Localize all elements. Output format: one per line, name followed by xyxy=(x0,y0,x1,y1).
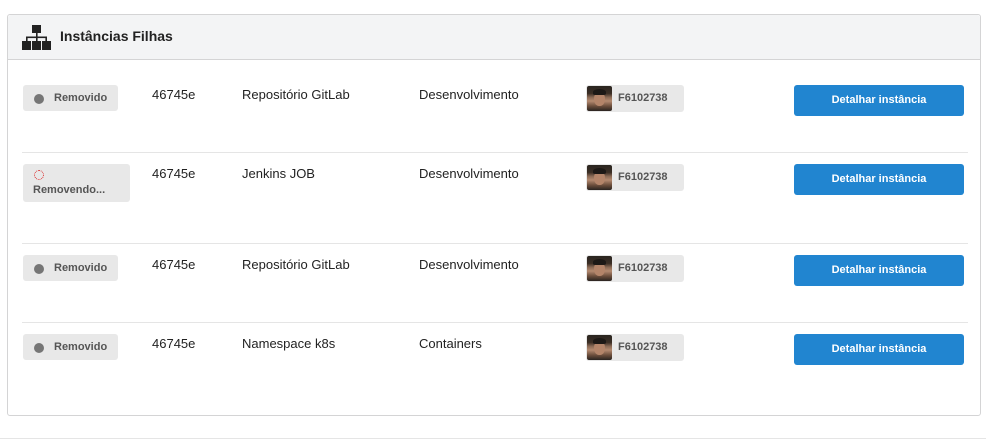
status-badge: Removido xyxy=(23,255,118,281)
user-chip: F6102738 xyxy=(586,255,684,282)
user-id: F6102738 xyxy=(618,171,668,183)
status-label: Removido xyxy=(54,262,108,274)
table-row: Removendo... 46745e Jenkins JOB Desenvol… xyxy=(22,164,968,214)
instance-name: Repositório GitLab xyxy=(242,257,350,272)
avatar xyxy=(587,335,612,360)
panel-title: Instâncias Filhas xyxy=(60,28,173,44)
instance-environment: Desenvolvimento xyxy=(419,87,519,102)
page-divider xyxy=(0,438,986,439)
status-badge: Removido xyxy=(23,334,118,360)
user-chip: F6102738 xyxy=(586,334,684,361)
row-divider xyxy=(22,243,968,244)
avatar xyxy=(587,86,612,111)
instance-name: Jenkins JOB xyxy=(242,166,315,181)
instance-id: 46745e xyxy=(152,336,196,351)
avatar xyxy=(587,256,612,281)
status-label: Removido xyxy=(54,341,108,353)
panel-header: Instâncias Filhas xyxy=(8,15,980,60)
status-label: Removendo... xyxy=(33,184,106,196)
table-row: Removido 46745e Namespace k8s Containers… xyxy=(22,334,968,374)
user-chip: F6102738 xyxy=(586,85,684,112)
status-badge: Removendo... xyxy=(23,164,130,202)
instance-name: Repositório GitLab xyxy=(242,87,350,102)
table-row: Removido 46745e Repositório GitLab Desen… xyxy=(22,85,968,125)
instance-environment: Desenvolvimento xyxy=(419,257,519,272)
row-divider xyxy=(22,322,968,323)
status-dot-icon xyxy=(34,343,44,353)
child-instances-panel: Instâncias Filhas Removido 46745e Reposi… xyxy=(7,14,981,416)
user-chip: F6102738 xyxy=(586,164,684,191)
detail-instance-button[interactable]: Detalhar instância xyxy=(794,164,964,195)
user-id: F6102738 xyxy=(618,92,668,104)
sitemap-icon xyxy=(22,25,51,50)
detail-instance-button[interactable]: Detalhar instância xyxy=(794,85,964,116)
instance-id: 46745e xyxy=(152,87,196,102)
status-dot-icon xyxy=(34,94,44,104)
status-dot-icon xyxy=(34,264,44,274)
row-divider xyxy=(22,152,968,153)
status-badge: Removido xyxy=(23,85,118,111)
avatar xyxy=(587,165,612,190)
status-label: Removido xyxy=(54,92,108,104)
instance-name: Namespace k8s xyxy=(242,336,336,351)
user-id: F6102738 xyxy=(618,341,668,353)
detail-instance-button[interactable]: Detalhar instância xyxy=(794,255,964,286)
detail-instance-button[interactable]: Detalhar instância xyxy=(794,334,964,365)
instance-id: 46745e xyxy=(152,166,196,181)
user-id: F6102738 xyxy=(618,262,668,274)
loading-spinner-icon xyxy=(34,170,44,180)
instance-environment: Desenvolvimento xyxy=(419,166,519,181)
table-row: Removido 46745e Repositório GitLab Desen… xyxy=(22,255,968,295)
instance-environment: Containers xyxy=(419,336,482,351)
instance-id: 46745e xyxy=(152,257,196,272)
